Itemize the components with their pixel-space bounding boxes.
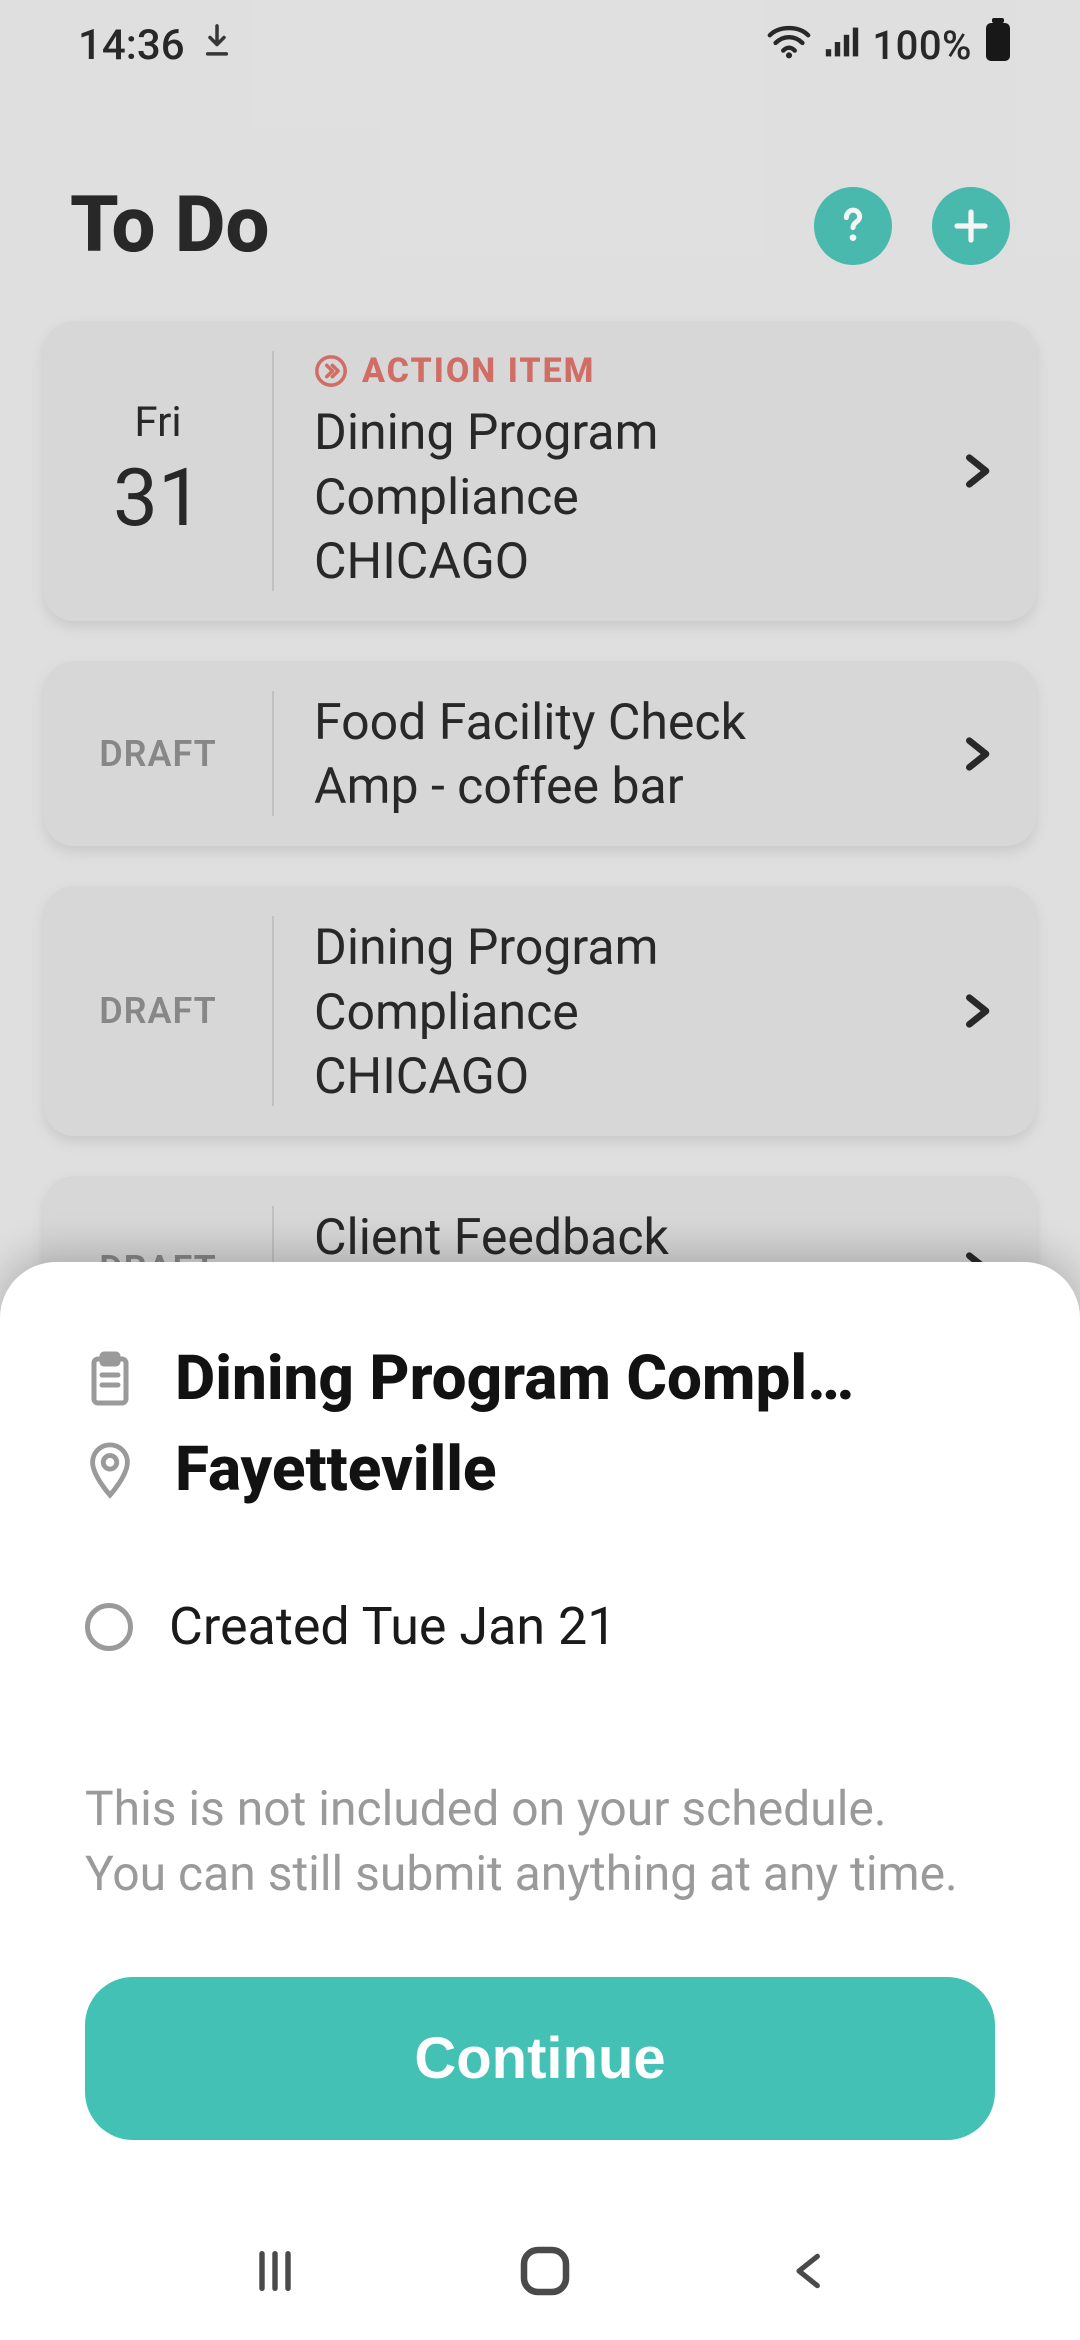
- clipboard-icon: [85, 1351, 135, 1407]
- page-header: To Do: [0, 90, 1080, 321]
- battery-icon: [984, 18, 1012, 73]
- card-day-number: 31: [113, 451, 203, 545]
- action-icon: [314, 354, 348, 388]
- chevron-right-icon: [946, 728, 1006, 780]
- card-draft-label: DRAFT: [44, 916, 274, 1106]
- sheet-created-row[interactable]: Created Tue Jan 21: [85, 1596, 995, 1657]
- todo-list: Fri 31 ACTION ITEM Dining Program Compli…: [0, 321, 1080, 1361]
- location-pin-icon: [85, 1441, 135, 1499]
- card-subtitle: CHICAGO: [314, 1048, 922, 1106]
- todo-card[interactable]: DRAFT Food Facility Check Amp - coffee b…: [44, 661, 1036, 846]
- back-button[interactable]: [788, 2245, 832, 2301]
- card-subtitle: CHICAGO: [314, 533, 922, 591]
- sheet-created-text: Created Tue Jan 21: [169, 1596, 616, 1657]
- bottom-sheet: Dining Program Compl… Fayetteville Creat…: [0, 1262, 1080, 2340]
- sheet-location: Fayetteville: [175, 1433, 497, 1506]
- card-subtitle: Amp - coffee bar: [314, 758, 922, 816]
- recents-button[interactable]: [248, 2245, 302, 2301]
- card-title: Dining Program Compliance: [314, 401, 922, 531]
- sheet-note: This is not included on your schedule. Y…: [85, 1777, 995, 1907]
- action-item-badge: ACTION ITEM: [314, 351, 922, 391]
- wifi-icon: [766, 21, 812, 70]
- action-item-label: ACTION ITEM: [362, 351, 595, 391]
- todo-card[interactable]: DRAFT Dining Program Compliance CHICAGO: [44, 886, 1036, 1136]
- card-title: Dining Program Compliance: [314, 916, 922, 1046]
- card-dow: Fri: [134, 398, 181, 447]
- status-bar: 14:36 100%: [0, 0, 1080, 90]
- sheet-note-line: You can still submit anything at any tim…: [85, 1842, 995, 1907]
- add-button[interactable]: [932, 187, 1010, 265]
- question-icon: [833, 202, 873, 250]
- help-button[interactable]: [814, 187, 892, 265]
- signal-icon: [824, 21, 860, 70]
- chevron-right-icon: [946, 445, 1006, 497]
- card-title: Client Feedback: [314, 1206, 922, 1271]
- card-title: Food Facility Check: [314, 691, 922, 756]
- home-button[interactable]: [517, 2243, 573, 2303]
- todo-card[interactable]: Fri 31 ACTION ITEM Dining Program Compli…: [44, 321, 1036, 621]
- card-draft-label: DRAFT: [44, 691, 274, 816]
- system-nav-bar: [0, 2205, 1080, 2340]
- download-icon: [203, 21, 231, 70]
- sheet-note-line: This is not included on your schedule.: [85, 1777, 995, 1842]
- card-date: Fri 31: [44, 351, 274, 591]
- continue-button[interactable]: Continue: [85, 1977, 995, 2140]
- plus-icon: [950, 205, 992, 247]
- status-time: 14:36: [78, 21, 185, 70]
- battery-percentage: 100%: [872, 22, 972, 69]
- sheet-title: Dining Program Compl…: [175, 1342, 854, 1415]
- page-title: To Do: [70, 180, 774, 271]
- chevron-right-icon: [946, 985, 1006, 1037]
- radio-unchecked-icon: [85, 1603, 133, 1651]
